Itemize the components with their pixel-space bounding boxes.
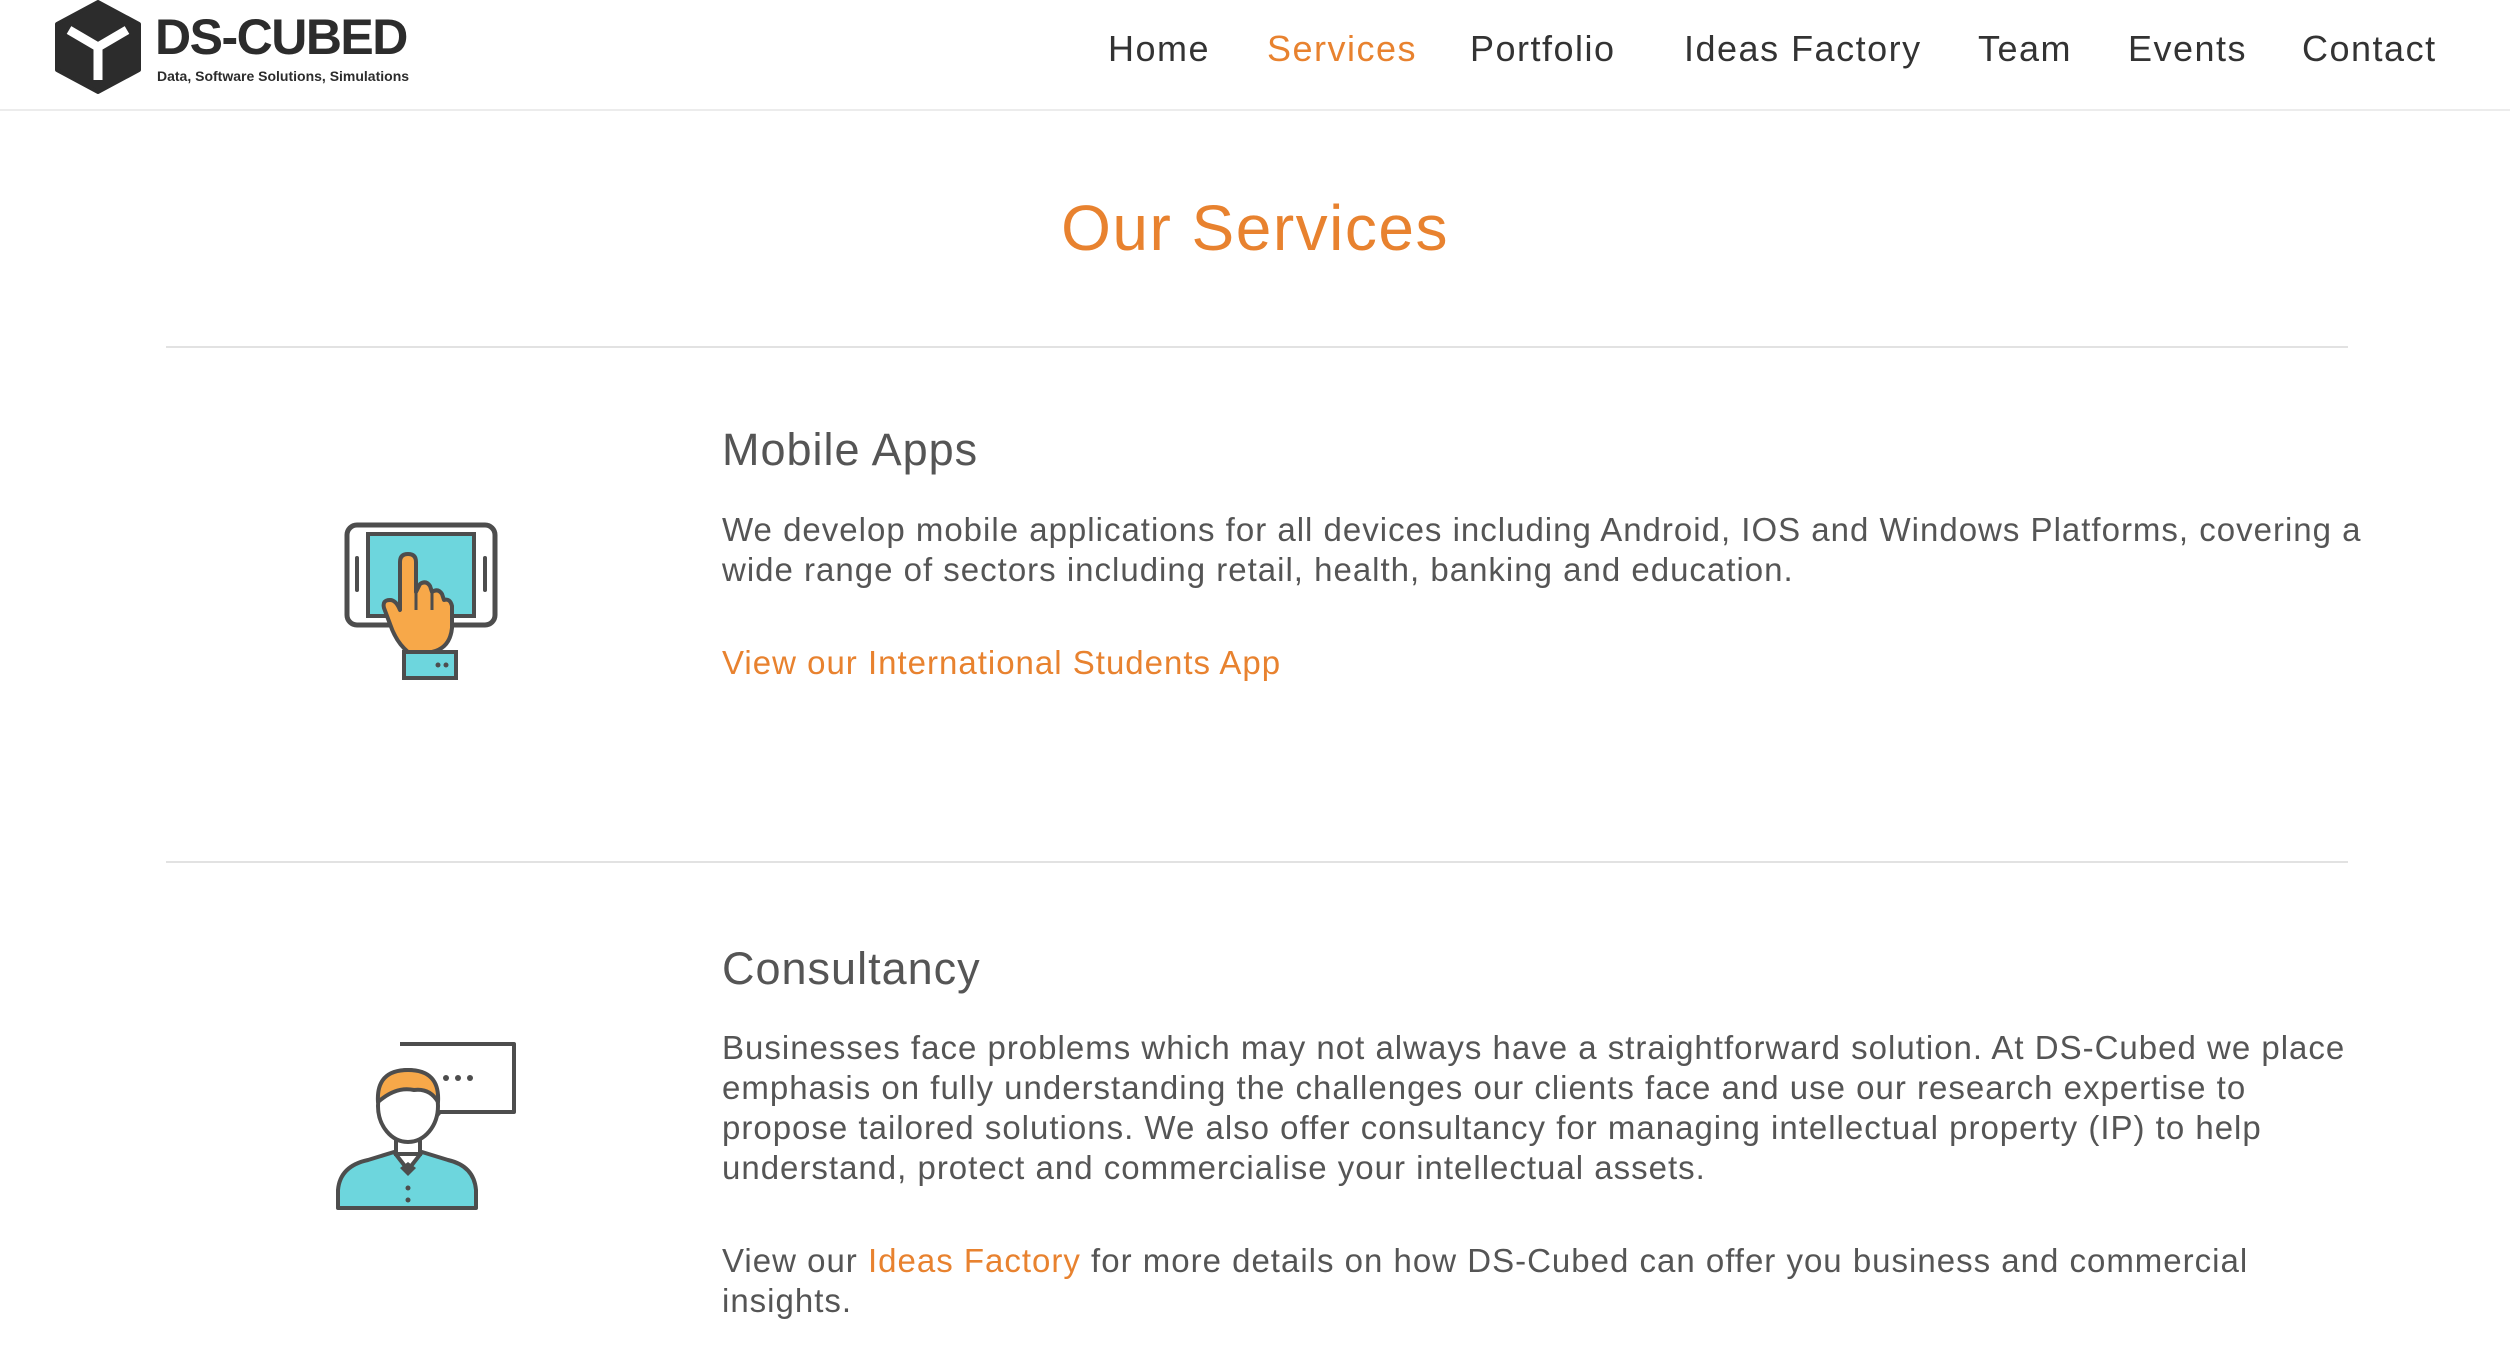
nav-services[interactable]: Services	[1267, 28, 1417, 70]
page-title: Our Services	[1061, 192, 1449, 264]
more-prefix: View our	[722, 1242, 868, 1279]
service-description: We develop mobile applications for all d…	[722, 511, 2362, 588]
service-more-text: View our Ideas Factory for more details …	[722, 1241, 2362, 1321]
consultant-speech-icon	[336, 1042, 516, 1210]
site-header: DS-CUBED Data, Software Solutions, Simul…	[0, 0, 2510, 111]
brand-name: DS-CUBED	[155, 9, 408, 65]
ideas-factory-link[interactable]: Ideas Factory	[868, 1242, 1081, 1279]
nav-contact[interactable]: Contact	[2302, 28, 2437, 70]
nav-ideas-factory[interactable]: Ideas Factory	[1684, 28, 1922, 70]
nav-events[interactable]: Events	[2128, 28, 2247, 70]
service-heading: Consultancy	[722, 943, 981, 994]
nav-team[interactable]: Team	[1978, 28, 2072, 70]
nav-portfolio[interactable]: Portfolio	[1470, 28, 1616, 70]
tablet-touch-icon	[344, 522, 498, 680]
service-description: Businesses face problems which may not a…	[722, 1029, 2346, 1186]
brand-tagline: Data, Software Solutions, Simulations	[157, 68, 410, 84]
service-heading: Mobile Apps	[722, 424, 979, 475]
section-divider	[166, 346, 2348, 348]
section-divider	[166, 861, 2348, 863]
logo-link[interactable]: DS-CUBED Data, Software Solutions, Simul…	[53, 0, 413, 96]
nav-home[interactable]: Home	[1108, 28, 1210, 70]
cube-logo-icon	[55, 0, 141, 94]
international-students-app-link[interactable]: View our International Students App	[722, 643, 1281, 683]
